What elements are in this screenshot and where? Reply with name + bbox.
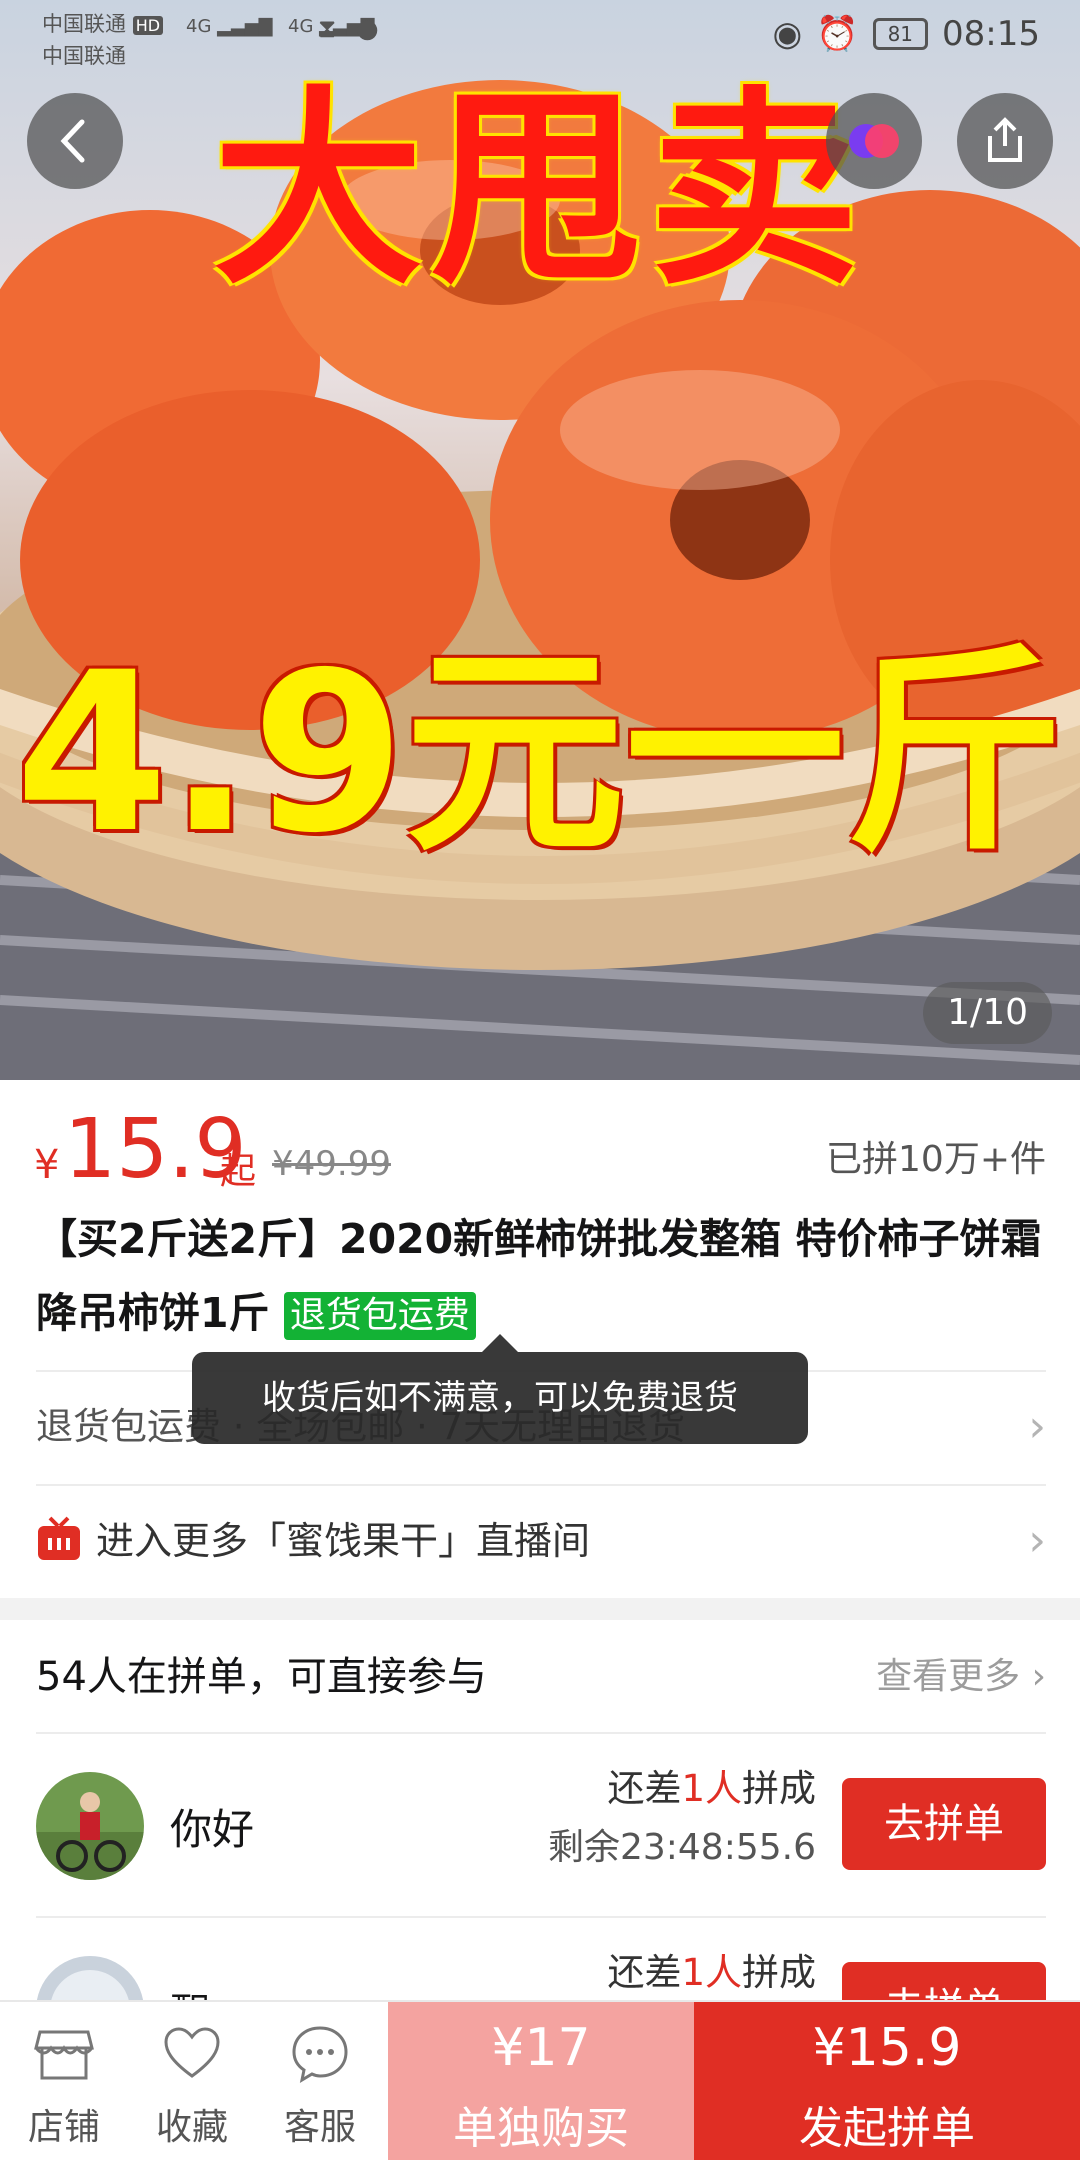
back-button[interactable] xyxy=(27,93,123,189)
avatar xyxy=(36,1772,144,1880)
return-tooltip: 收货后如不满意，可以免费退货 xyxy=(192,1334,808,1444)
chevron-right-icon: › xyxy=(1028,1515,1046,1566)
image-counter: 1/10 xyxy=(923,982,1052,1044)
chat-icon: ● xyxy=(356,14,379,44)
buy-alone-price: ¥17 xyxy=(491,2018,591,2078)
group-buy-title: 54人在拼单，可直接参与 xyxy=(36,1654,487,1700)
live-room-text: 进入更多「蜜饯果干」直播间 xyxy=(96,1519,591,1563)
chevron-left-icon xyxy=(60,119,85,163)
eye-icon: ◉ xyxy=(772,14,803,54)
start-group-buy-button[interactable]: ¥15.9 发起拼单 xyxy=(694,2002,1080,2160)
carrier-label-secondary: 中国联通 xyxy=(42,44,126,68)
price-row: ¥ 15.9 起 ¥49.99 已拼10万+件 xyxy=(34,1100,1046,1200)
group-buy-label: 发起拼单 xyxy=(799,2103,975,2154)
hourglass-icon: ⧗ xyxy=(318,14,337,44)
favorite-label: 收藏 xyxy=(155,2107,228,2148)
section-gap xyxy=(0,1598,1080,1620)
group-host-name: 你好 xyxy=(170,1805,255,1854)
share-icon xyxy=(988,117,1022,162)
customer-service-label: 客服 xyxy=(283,2107,356,2148)
share-button[interactable] xyxy=(957,93,1053,189)
chevron-right-icon: › xyxy=(1028,1401,1046,1452)
group-countdown: 剩余23:48:55.6 xyxy=(547,1827,816,1868)
group-need-text: 还差1人拼成 xyxy=(607,1951,816,1994)
store-icon xyxy=(34,2030,94,2080)
cyclist-avatar-image xyxy=(36,1772,144,1880)
carrier-label: 中国联通 HD xyxy=(42,8,164,38)
see-more-link[interactable]: 查看更多 › xyxy=(876,1622,1046,1732)
bottom-action-bar: 店铺 收藏 客服 ¥17 单独购买 ¥15.9 发起拼单 xyxy=(0,2000,1080,2160)
group-buy-header: 54人在拼单，可直接参与 查看更多 › xyxy=(36,1622,1046,1732)
mini-program-button[interactable] xyxy=(826,93,922,189)
clock: 08:15 xyxy=(942,14,1040,54)
store-label: 店铺 xyxy=(27,2107,100,2148)
store-tab[interactable]: 店铺 xyxy=(0,2002,128,2160)
favorite-tab[interactable]: 收藏 xyxy=(128,2002,256,2160)
currency-symbol: ¥ xyxy=(34,1142,60,1188)
return-shipping-tag[interactable]: 退货包运费 xyxy=(283,1292,476,1340)
battery-icon: 81 xyxy=(872,18,929,50)
alarm-icon: ⏰ xyxy=(816,14,859,54)
product-title-text: 【买2斤送2斤】2020新鲜柿饼批发整箱 特价柿子饼霜降吊柿饼1斤 xyxy=(36,1215,1042,1337)
product-title: 【买2斤送2斤】2020新鲜柿饼批发整箱 特价柿子饼霜降吊柿饼1斤 退货包运费 xyxy=(36,1202,1046,1350)
heart-icon xyxy=(164,2027,220,2078)
group-buy-price: ¥15.9 xyxy=(812,2018,962,2078)
group-buy-item: 你好 还差1人拼成 剩余23:48:55.6 去拼单 xyxy=(36,1736,1046,1916)
divider xyxy=(36,1916,1046,1918)
sold-count: 已拼10万+件 xyxy=(826,1139,1046,1180)
join-group-button[interactable]: 去拼单 xyxy=(842,1778,1046,1870)
price-suffix: 起 xyxy=(220,1151,257,1192)
status-bar: 中国联通 HD 中国联通 4G ▂▃▅▇ 4G ▂▃▅▇ ⧗ ● ◉ ⏰ 81 … xyxy=(0,0,1080,72)
product-image-carousel[interactable]: 大甩卖 4.9元一斤 1/10 xyxy=(0,0,1080,1080)
chat-bubble-icon xyxy=(292,2026,348,2084)
double-circle-icon xyxy=(849,124,899,158)
promo-price-overlay: 4.9元一斤 xyxy=(15,625,1065,881)
divider xyxy=(36,1732,1046,1734)
buy-alone-label: 单独购买 xyxy=(453,2103,629,2154)
group-need-text: 还差1人拼成 xyxy=(607,1767,816,1810)
signal-icon: 4G ▂▃▅▇ xyxy=(186,16,273,37)
buy-alone-button[interactable]: ¥17 单独购买 xyxy=(388,2002,694,2160)
product-detail-page: 大甩卖 4.9元一斤 1/10 中国联通 HD 中国联通 4G ▂▃▅▇ 4G … xyxy=(0,0,1080,2160)
original-price: ¥49.99 xyxy=(272,1144,391,1184)
live-room-entry[interactable]: 进入更多「蜜饯果干」直播间 › xyxy=(36,1486,1046,1596)
customer-service-tab[interactable]: 客服 xyxy=(256,2002,384,2160)
live-tv-icon xyxy=(38,1516,80,1560)
